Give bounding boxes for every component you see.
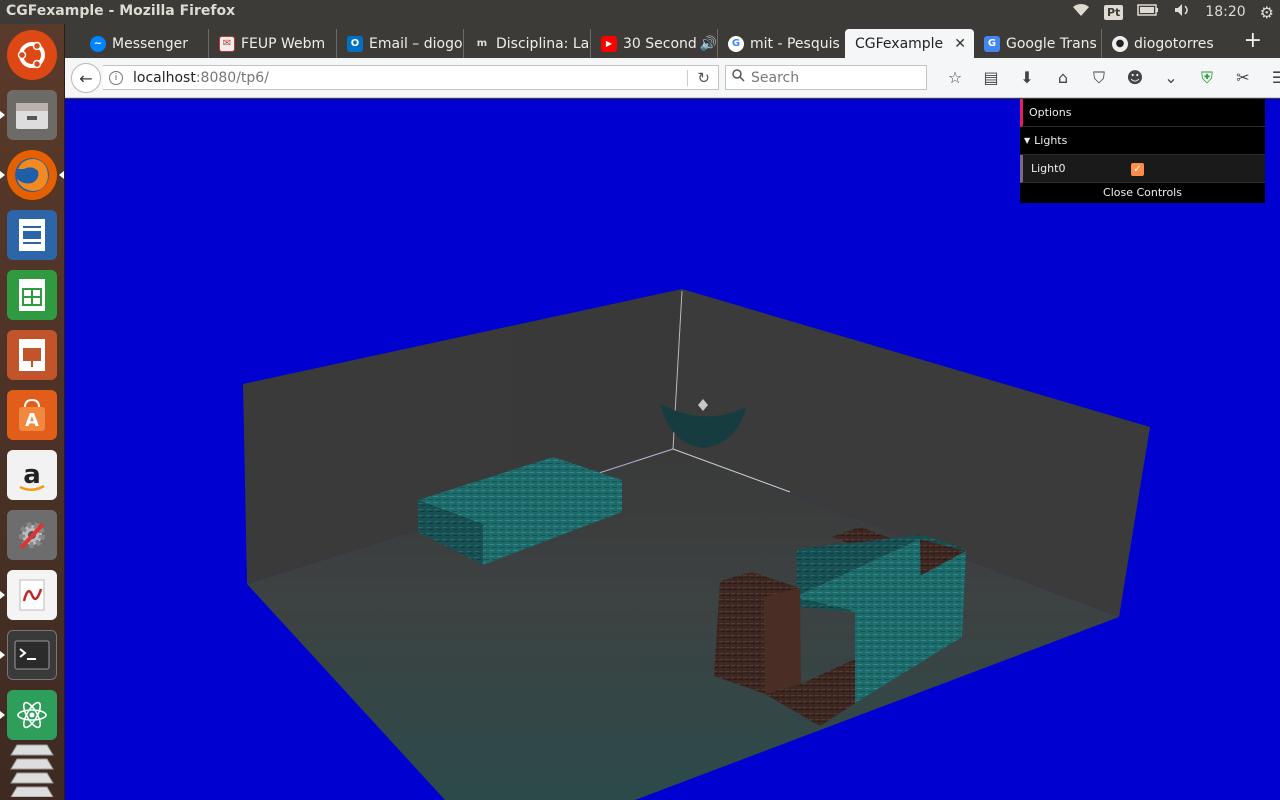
translate-icon: G <box>984 35 1000 52</box>
writer-icon[interactable] <box>7 210 57 260</box>
webgl-canvas[interactable]: Options ▼ Lights Light0 ✓ Close Controls <box>65 99 1280 800</box>
url-host: localhost <box>133 69 196 86</box>
outlook-icon: O <box>347 35 363 52</box>
running-indicator <box>0 171 5 179</box>
running-indicator <box>0 711 5 719</box>
chair-left-arm-side <box>764 588 801 694</box>
tab-email[interactable]: O Email – diogo <box>336 29 463 58</box>
new-tab-button[interactable]: + <box>1244 30 1262 52</box>
navigation-bar: ← i localhost:8080/tp6/ ↻ Search ☆ ▤ ⬇ ⌂… <box>65 58 1280 98</box>
bookmark-star-icon[interactable]: ☆ <box>937 66 973 90</box>
home-icon[interactable]: ⌂ <box>1045 66 1081 90</box>
tab-google-translate[interactable]: G Google Trans <box>974 29 1101 58</box>
light0-label: Light0 <box>1031 162 1066 175</box>
keyboard-layout-indicator[interactable]: Pt <box>1103 4 1124 20</box>
downloads-icon[interactable]: ⬇ <box>1009 66 1045 90</box>
launcher: A a <box>0 24 65 800</box>
back-arrow-icon: ← <box>79 68 93 88</box>
tab-feup-webmail[interactable]: ✉ FEUP Webm <box>208 29 336 58</box>
browser-tab-bar: ~ Messenger ✉ FEUP Webm O Email – diogo … <box>65 24 1280 58</box>
running-indicator <box>0 111 5 119</box>
search-icon <box>732 69 745 86</box>
tab-disciplina[interactable]: m Disciplina: La <box>463 29 590 58</box>
tab-github[interactable]: ● diogotorres <box>1101 29 1221 58</box>
menu-icon[interactable]: ☰ <box>1261 66 1280 90</box>
svg-text:a: a <box>23 460 41 490</box>
close-tab-icon[interactable]: ✕ <box>954 36 966 52</box>
shield-icon[interactable]: ⛨ <box>1189 66 1225 90</box>
lights-folder[interactable]: ▼ Lights <box>1020 127 1265 155</box>
workspaces-icon[interactable] <box>7 744 57 797</box>
url-divider <box>687 70 688 86</box>
volume-icon[interactable] <box>1173 3 1191 21</box>
battery-icon[interactable] <box>1137 4 1159 20</box>
pocket-icon[interactable]: ⛉ <box>1081 66 1117 90</box>
extension-tools-icon[interactable]: ✂ <box>1225 66 1261 90</box>
impress-icon[interactable] <box>7 330 57 380</box>
speaker-icon[interactable]: 🔊 <box>700 36 717 52</box>
active-indicator <box>59 171 64 179</box>
running-indicator <box>0 591 5 599</box>
toolbar-icons: ☆ ▤ ⬇ ⌂ ⛉ ☻ ⌄ ⛨ ✂ ☰ <box>937 66 1280 90</box>
amazon-icon[interactable]: a <box>7 450 57 500</box>
window-title: CGFexample - Mozilla Firefox <box>6 3 236 19</box>
clock[interactable]: 18:20 <box>1205 4 1245 20</box>
youtube-icon: ▶ <box>601 35 617 52</box>
url-bar[interactable]: i localhost:8080/tp6/ ↻ <box>103 65 719 90</box>
calc-icon[interactable] <box>7 270 57 320</box>
url-path: :8080/tp6/ <box>195 69 269 86</box>
moodle-icon: m <box>476 38 488 49</box>
controls-panel: Options ▼ Lights Light0 ✓ Close Controls <box>1020 99 1265 203</box>
3d-scene <box>243 289 1150 800</box>
reading-list-icon[interactable]: ▤ <box>973 66 1009 90</box>
document-viewer-icon[interactable] <box>7 570 57 620</box>
files-icon[interactable] <box>7 90 57 140</box>
firefox-icon[interactable] <box>7 150 57 200</box>
terminal-icon[interactable] <box>7 630 57 680</box>
chair-left-arm-front <box>714 581 765 694</box>
extension-monkey-icon[interactable]: ☻ <box>1117 66 1153 90</box>
search-placeholder: Search <box>751 69 800 86</box>
mail-icon: ✉ <box>219 35 235 52</box>
software-center-icon[interactable]: A <box>7 390 57 440</box>
tab-google-search[interactable]: G mit - Pesquis <box>717 29 844 58</box>
running-indicator <box>0 651 5 659</box>
github-icon: ● <box>1112 35 1128 52</box>
google-icon: G <box>728 35 744 52</box>
tab-cgfexample[interactable]: CGFexample ✕ <box>845 29 974 58</box>
chevron-down-icon: ▼ <box>1024 136 1031 145</box>
svg-text:A: A <box>25 410 39 431</box>
system-settings-icon[interactable] <box>7 510 57 560</box>
gear-icon[interactable]: ⚙ <box>1260 3 1274 22</box>
wifi-icon[interactable] <box>1072 3 1090 21</box>
search-input[interactable]: Search <box>725 65 927 90</box>
system-tray: Pt 18:20 ⚙ <box>1058 0 1280 24</box>
close-controls-button[interactable]: Close Controls <box>1020 183 1265 203</box>
system-top-bar: CGFexample - Mozilla Firefox Pt 18:20 ⚙ <box>0 0 1280 24</box>
light0-checkbox[interactable]: ✓ <box>1131 163 1144 176</box>
options-title: Options <box>1020 99 1265 127</box>
atom-icon[interactable] <box>7 690 57 740</box>
tab-messenger[interactable]: ~ Messenger <box>80 29 208 58</box>
light0-control: Light0 ✓ <box>1020 155 1265 183</box>
chevron-down-icon[interactable]: ⌄ <box>1153 66 1189 90</box>
ubuntu-dash-icon[interactable] <box>7 30 57 80</box>
site-info-icon[interactable]: i <box>109 70 123 85</box>
back-button[interactable]: ← <box>71 63 101 93</box>
tab-youtube[interactable]: ▶ 30 Second 🔊 <box>590 29 717 58</box>
reload-icon[interactable]: ↻ <box>697 69 710 87</box>
messenger-icon: ~ <box>90 35 106 52</box>
